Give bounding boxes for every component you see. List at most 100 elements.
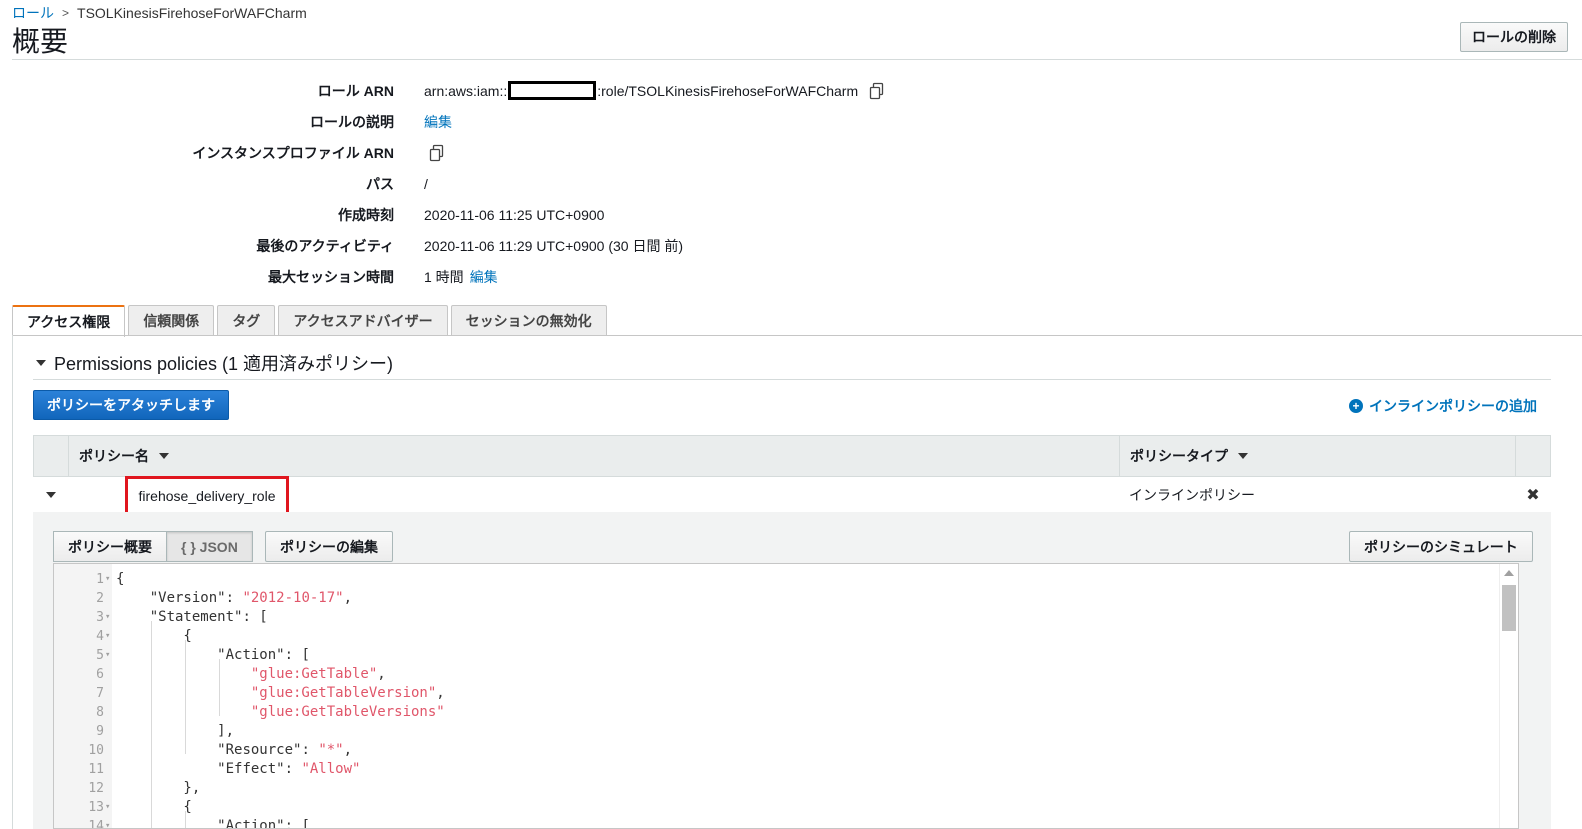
policy-detail-panel: ポリシー概要 { } JSON ポリシーの編集 ポリシーのシミュレート 1 ▾{2… — [33, 512, 1551, 829]
line-number: 5 — [96, 648, 104, 663]
delete-role-button[interactable]: ロールの削除 — [1460, 22, 1568, 52]
tab-trust-relationships[interactable]: 信頼関係 — [128, 305, 215, 335]
panel-border — [12, 335, 13, 829]
section-divider — [33, 379, 1551, 380]
role-arn-label: ロール ARN — [317, 82, 394, 99]
role-arn-value: arn:aws:iam:: :role/TSOLKinesisFirehoseF… — [424, 81, 886, 100]
role-description-row: ロールの説明 編集 — [0, 106, 900, 137]
policy-name-header-label: ポリシー名 — [79, 448, 149, 464]
policy-table: ポリシー名 ポリシータイプ firehose_delivery_role インラ… — [33, 435, 1551, 516]
fold-arrow-icon[interactable]: ▾ — [105, 570, 110, 589]
code-line: 5 ▾ "Action": [ — [54, 646, 1518, 665]
tab-permissions[interactable]: アクセス権限 — [12, 305, 126, 337]
header-expand-column — [34, 436, 69, 476]
code-line: 1 ▾ { — [54, 570, 1518, 589]
line-number: 3 — [96, 610, 104, 625]
role-arn-row: ロール ARN arn:aws:iam:: :role/TSOLKinesisF… — [0, 75, 900, 106]
created-value: 2020-11-06 11:25 UTC+0900 — [424, 206, 605, 223]
fold-arrow-icon[interactable]: ▾ — [105, 646, 110, 665]
remove-policy-icon[interactable]: ✖ — [1515, 485, 1551, 505]
policy-summary-tab[interactable]: ポリシー概要 — [53, 531, 167, 562]
fold-arrow-icon[interactable]: ▾ — [105, 817, 110, 828]
json-code-editor[interactable]: 1 ▾{2 "Version": "2012-10-17", 3 ▾ "Stateme… — [53, 563, 1519, 829]
fold-arrow-icon[interactable]: ▾ — [105, 627, 110, 646]
add-inline-policy-label: インラインポリシーの追加 — [1369, 398, 1537, 414]
code-line: 14 ▾ "Action": [ — [54, 817, 1518, 829]
column-header-policy-name[interactable]: ポリシー名 — [69, 436, 1120, 476]
code-line: 10 "Resource": "*", — [54, 741, 1518, 760]
line-number: 14 — [88, 819, 104, 829]
code-text: "Action": [ — [217, 818, 310, 829]
redacted-account-id — [508, 81, 597, 100]
caret-down-icon — [45, 491, 56, 498]
code-text: "Action": [ — [217, 647, 310, 663]
code-line: 9 ], — [54, 722, 1518, 741]
path-label: パス — [366, 175, 394, 192]
code-line: 3 ▾ "Statement": [ — [54, 608, 1518, 627]
attach-policies-button[interactable]: ポリシーをアタッチします — [33, 390, 229, 420]
role-arn-prefix: arn:aws:iam:: — [424, 82, 508, 99]
max-session-value: 1 時間 — [424, 268, 464, 285]
path-value: / — [424, 175, 428, 192]
code-text: "Statement": [ — [149, 609, 268, 625]
policy-type-cell: インラインポリシー — [1129, 486, 1255, 503]
instance-profile-label: インスタンスプロファイル ARN — [192, 144, 394, 161]
max-session-row: 最大セッション時間 1 時間 編集 — [0, 261, 900, 292]
tab-revoke-sessions[interactable]: セッションの無効化 — [450, 305, 607, 335]
code-text: }, — [116, 780, 201, 796]
chevron-right-icon: > — [62, 6, 70, 20]
sort-caret-icon — [1238, 453, 1248, 459]
code-line: 11 "Effect": "Allow" — [54, 760, 1518, 779]
fold-arrow-icon[interactable]: ▾ — [105, 798, 110, 817]
add-inline-policy-link[interactable]: + インラインポリシーの追加 — [1349, 396, 1537, 416]
edit-policy-button[interactable]: ポリシーの編集 — [265, 531, 393, 562]
policy-name[interactable]: firehose_delivery_role — [139, 488, 276, 504]
permissions-section-toggle[interactable]: Permissions policies (1 適用済みポリシー) — [36, 350, 393, 376]
table-header: ポリシー名 ポリシータイプ — [33, 435, 1551, 477]
code-text: "Version": "2012-10-17", — [149, 590, 353, 606]
breadcrumb-current: TSOLKinesisFirehoseForWAFCharm — [77, 5, 307, 21]
code-text: { — [116, 628, 192, 644]
line-number: 2 — [96, 591, 104, 606]
tabs-divider — [12, 335, 1582, 336]
copy-icon[interactable] — [868, 82, 886, 100]
line-number: 13 — [88, 800, 104, 815]
code-line: 7 "glue:GetTableVersion", — [54, 684, 1518, 703]
created-row: 作成時刻 2020-11-06 11:25 UTC+0900 — [0, 199, 900, 230]
role-summary: ロール ARN arn:aws:iam:: :role/TSOLKinesisF… — [0, 75, 900, 292]
max-session-value-wrap: 1 時間 編集 — [424, 267, 498, 287]
caret-down-icon — [36, 360, 46, 366]
tab-access-advisor[interactable]: アクセスアドバイザー — [278, 305, 448, 335]
line-number: 1 — [96, 572, 104, 587]
line-number: 10 — [88, 743, 104, 758]
column-header-policy-type[interactable]: ポリシータイプ — [1120, 436, 1516, 476]
code-text: "glue:GetTable", — [250, 666, 386, 682]
max-session-edit-link[interactable]: 編集 — [470, 267, 498, 287]
last-activity-value: 2020-11-06 11:29 UTC+0900 (30 日間 前) — [424, 237, 684, 254]
policy-type-header-label: ポリシータイプ — [1130, 448, 1228, 464]
instance-profile-row: インスタンスプロファイル ARN — [0, 137, 900, 168]
copy-icon[interactable] — [428, 144, 446, 162]
role-description-value: 編集 — [424, 112, 452, 132]
page-title: 概要 — [12, 26, 69, 57]
line-number: 7 — [96, 686, 104, 701]
tab-tags[interactable]: タグ — [217, 305, 276, 335]
role-arn-suffix: :role/TSOLKinesisFirehoseForWAFCharm — [597, 82, 859, 99]
table-row: firehose_delivery_role インラインポリシー ✖ — [33, 475, 1551, 516]
policy-json-tab[interactable]: { } JSON — [167, 531, 253, 562]
code-text: ], — [116, 723, 235, 739]
simulate-policy-button[interactable]: ポリシーのシミュレート — [1349, 531, 1533, 562]
highlight-box: firehose_delivery_role — [125, 475, 289, 516]
line-number: 8 — [96, 705, 104, 720]
code-text: "Effect": "Allow" — [217, 761, 361, 777]
permissions-heading: Permissions policies (1 適用済みポリシー) — [54, 354, 394, 374]
description-edit-link[interactable]: 編集 — [424, 112, 452, 132]
line-number: 11 — [88, 762, 104, 777]
code-text: "glue:GetTableVersion", — [250, 685, 445, 701]
fold-arrow-icon[interactable]: ▾ — [105, 608, 110, 627]
code-text: { — [116, 571, 125, 587]
row-expand-toggle[interactable] — [33, 491, 68, 498]
created-label: 作成時刻 — [338, 206, 394, 223]
code-line: 13 ▾ { — [54, 798, 1518, 817]
role-tabs: アクセス権限 信頼関係 タグ アクセスアドバイザー セッションの無効化 — [12, 305, 607, 337]
